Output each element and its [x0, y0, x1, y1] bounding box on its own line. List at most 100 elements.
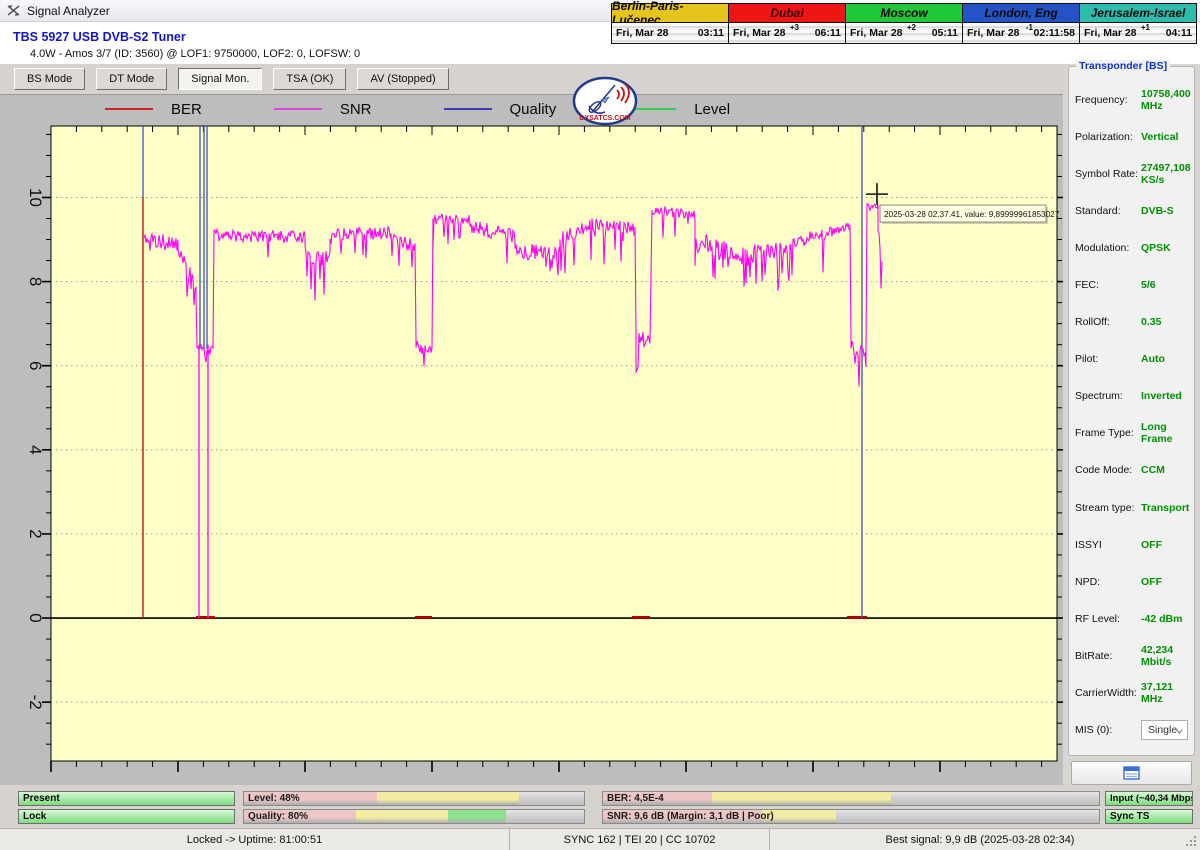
transponder-label: Stream type: — [1075, 502, 1141, 514]
clock-berlin: Berlin-Paris-LučenecFri, Mar 2803:11 — [612, 4, 729, 43]
resize-grip[interactable] — [1185, 835, 1198, 848]
svg-text:8: 8 — [26, 277, 45, 286]
clock-dubai: DubaiFri, Mar 28+306:11 — [729, 4, 846, 43]
legend-item-level: Level — [628, 101, 730, 118]
status-sync-counters: SYNC 162 | TEI 20 | CC 10702 — [510, 829, 770, 850]
level-meter-label: Level: 48% — [248, 792, 300, 806]
transponder-save-button[interactable] — [1071, 761, 1192, 785]
legend-item-ber: BER — [105, 101, 202, 118]
transponder-row: Symbol Rate:27497,108 KS/s — [1075, 167, 1188, 181]
clock-city-label: Berlin-Paris-Lučenec — [612, 4, 728, 23]
transponder-label: Frame Type: — [1075, 427, 1141, 439]
tab-bs-mode[interactable]: BS Mode — [14, 68, 85, 90]
transponder-groupbox: Transponder [BS] Frequency:10758,400 MHz… — [1068, 66, 1195, 756]
legend-line-swatch — [444, 108, 492, 110]
clock-city-label: Jerusalem-Israel — [1080, 4, 1196, 23]
present-indicator: Present — [18, 791, 235, 806]
transponder-title: Transponder [BS] — [1076, 60, 1170, 72]
quality-meter-label: Quality: 80% — [248, 810, 308, 824]
chart-legend: BER SNR Quality Level — [0, 95, 1063, 123]
snr-meter-label: SNR: 9,6 dB (Margin: 3,1 dB | Poor) — [607, 810, 774, 824]
transponder-label: Modulation: — [1075, 242, 1141, 254]
transponder-value: Inverted — [1141, 390, 1182, 402]
transponder-label: FEC: — [1075, 279, 1141, 291]
level-meter: Level: 48% — [243, 791, 585, 806]
transponder-label: RF Level: — [1075, 613, 1141, 625]
transponder-label: BitRate: — [1075, 650, 1141, 662]
transponder-value: 27497,108 KS/s — [1141, 162, 1191, 186]
mis-dropdown[interactable]: Single — [1141, 720, 1188, 740]
tab-dt-mode[interactable]: DT Mode — [96, 68, 167, 90]
transponder-row: Polarization:Vertical — [1075, 130, 1188, 144]
transponder-value: -42 dBm — [1141, 613, 1182, 625]
clock-datetime: Fri, Mar 28+306:11 — [729, 23, 845, 43]
input-rate-label: Input (~40,34 Mbps) — [1110, 793, 1193, 804]
ber-meter: BER: 4,5E-4 — [602, 791, 1100, 806]
transponder-label: Pilot: — [1075, 353, 1141, 365]
dxsatcs-logo: DXSATCS.COM — [571, 76, 639, 133]
transponder-value: 42,234 Mbit/s — [1141, 644, 1188, 668]
svg-text:6: 6 — [26, 361, 45, 370]
transponder-label: ISSYI — [1075, 539, 1141, 551]
transponder-row: CarrierWidth:37,121 MHz — [1075, 686, 1188, 700]
legend-label: Quality — [510, 101, 557, 118]
transponder-label: Standard: — [1075, 205, 1141, 217]
tab-av-stopped[interactable]: AV (Stopped) — [357, 68, 448, 90]
tuner-info: 4.0W - Amos 3/7 (ID: 3560) @ LOF1: 97500… — [30, 48, 360, 60]
legend-item-quality: Quality — [444, 101, 557, 118]
world-clocks: Berlin-Paris-LučenecFri, Mar 2803:11Duba… — [611, 3, 1197, 44]
clock-datetime: Fri, Mar 28+104:11 — [1080, 23, 1196, 43]
transponder-value: 0.35 — [1141, 316, 1161, 328]
transponder-label: Polarization: — [1075, 131, 1141, 143]
transponder-value: Vertical — [1141, 131, 1178, 143]
signal-chart-region: BERSNRQualityLevel 1086420-22025-03-28 0… — [0, 94, 1063, 785]
transponder-value: Auto — [1141, 353, 1165, 365]
status-lock-uptime: Locked -> Uptime: 81:00:51 — [0, 829, 510, 850]
side-panel: Transponder [BS] Frequency:10758,400 MHz… — [1063, 64, 1200, 785]
snr-trend-chart[interactable]: 1086420-22025-03-28 02.37.41, value: 9,8… — [0, 123, 1063, 786]
meter-zone — [356, 810, 448, 823]
legend-label: Level — [694, 101, 730, 118]
window-title: Signal Analyzer — [27, 4, 110, 18]
transponder-value: OFF — [1141, 539, 1162, 551]
transponder-label: Spectrum: — [1075, 390, 1141, 402]
transponder-value: 10758,400 MHz — [1141, 88, 1191, 112]
transponder-row: Frequency:10758,400 MHz — [1075, 93, 1188, 107]
transponder-row: ISSYIOFF — [1075, 538, 1188, 552]
svg-text:2: 2 — [26, 529, 45, 538]
quality-meter: Quality: 80% — [243, 809, 585, 824]
transponder-value: Long Frame — [1141, 421, 1188, 445]
transponder-row: FEC:5/6 — [1075, 278, 1188, 292]
clock-city-label: Dubai — [729, 4, 845, 23]
transponder-row: RF Level:-42 dBm — [1075, 612, 1188, 626]
mode-tabs: BS Mode DT Mode Signal Mon. TSA (OK) AV (Sto… — [0, 64, 1063, 94]
transponder-label: Frequency: — [1075, 94, 1141, 106]
clock-datetime: Fri, Mar 2803:11 — [612, 23, 728, 43]
clock-london: London, EngFri, Mar 28-102:11:58 — [963, 4, 1080, 43]
transponder-row: Stream type:Transport — [1075, 501, 1188, 515]
tuner-name: TBS 5927 USB DVB-S2 Tuner — [13, 30, 186, 44]
mis-row: MIS (0):Single — [1075, 723, 1188, 737]
transponder-row: BitRate:42,234 Mbit/s — [1075, 649, 1188, 663]
status-bar: Locked -> Uptime: 81:00:51 SYNC 162 | TE… — [0, 828, 1200, 850]
ber-meter-label: BER: 4,5E-4 — [607, 792, 664, 806]
svg-text:4: 4 — [26, 445, 45, 454]
legend-line-swatch — [274, 108, 322, 110]
tab-tsa-ok[interactable]: TSA (OK) — [273, 68, 346, 90]
chevron-down-icon — [1176, 728, 1183, 735]
clock-jerusalem: Jerusalem-IsraelFri, Mar 28+104:11 — [1080, 4, 1196, 43]
save-list-icon — [1123, 766, 1140, 780]
transponder-value: QPSK — [1141, 242, 1171, 254]
transponder-row: Modulation:QPSK — [1075, 241, 1188, 255]
transponder-row: Pilot:Auto — [1075, 352, 1188, 366]
legend-line-swatch — [105, 108, 153, 110]
meters-bar: Present Lock Level: 48% Quality: 80% BER… — [0, 785, 1200, 828]
meter-zone — [448, 810, 506, 823]
legend-item-snr: SNR — [274, 101, 372, 118]
svg-text:0: 0 — [26, 613, 45, 622]
transponder-value: CCM — [1141, 464, 1165, 476]
transponder-label: Symbol Rate: — [1075, 168, 1141, 180]
tab-signal-mon[interactable]: Signal Mon. — [178, 68, 262, 90]
snr-meter: SNR: 9,6 dB (Margin: 3,1 dB | Poor) — [602, 809, 1100, 824]
transponder-label: RollOff: — [1075, 316, 1141, 328]
